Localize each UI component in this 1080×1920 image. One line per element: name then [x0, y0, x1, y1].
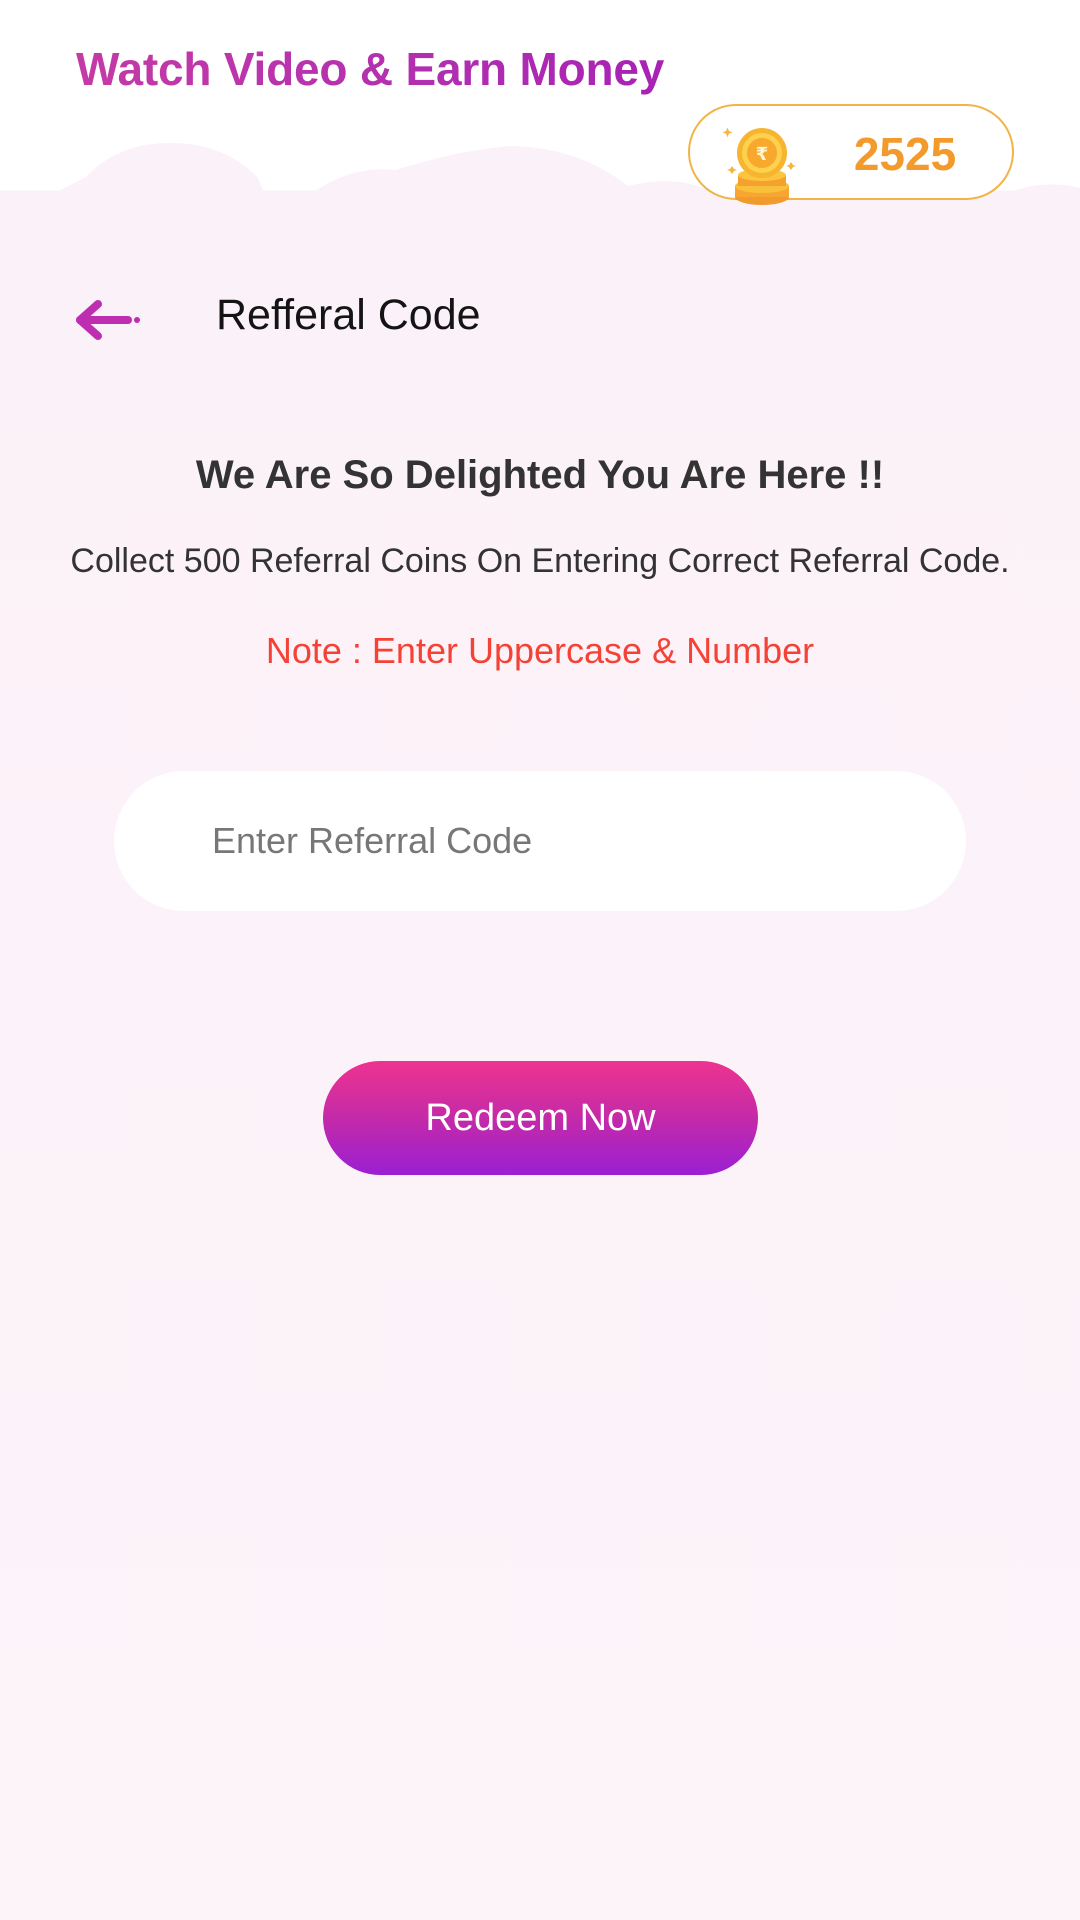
referral-code-screen: Watch Video & Earn Money ₹ 2525 Refferal…	[0, 0, 1080, 1920]
app-title: Watch Video & Earn Money	[76, 43, 665, 95]
welcome-headline: We Are So Delighted You Are Here !!	[195, 453, 885, 497]
rupee-coin-stack-icon: ₹	[722, 127, 796, 205]
input-format-note: Note : Enter Uppercase & Number	[265, 630, 815, 671]
referral-code-field	[114, 771, 966, 911]
coin-balance-pill[interactable]: ₹ 2525	[688, 104, 1014, 205]
redeem-now-button[interactable]: Redeem Now	[323, 1061, 758, 1175]
referral-code-input[interactable]	[212, 771, 912, 911]
arrow-left-icon	[76, 300, 140, 340]
referral-reward-description: Collect 500 Referral Coins On Entering C…	[70, 542, 1010, 580]
coin-count: 2525	[853, 128, 957, 180]
screen-header: Refferal Code	[0, 285, 1080, 355]
svg-text:₹: ₹	[756, 144, 769, 165]
back-button[interactable]	[72, 295, 142, 345]
screen-title: Refferal Code	[216, 291, 481, 339]
